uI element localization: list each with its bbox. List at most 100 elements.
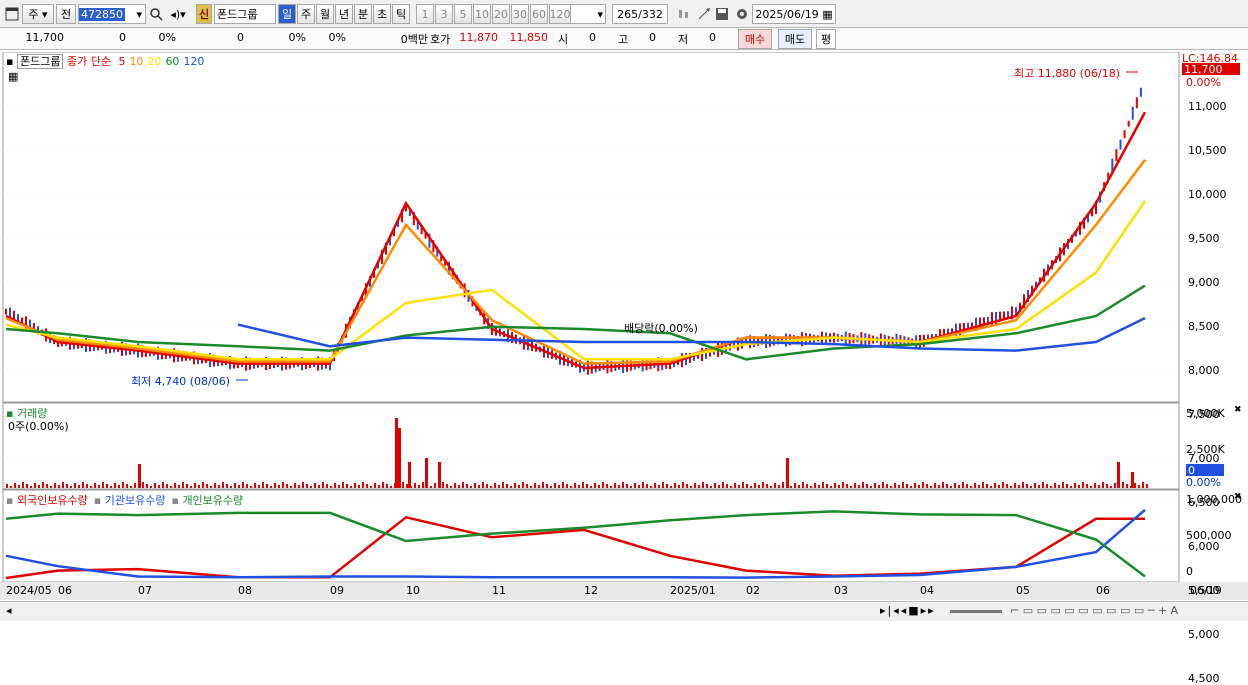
volume-bar (966, 484, 968, 488)
interval-button[interactable]: 60 (530, 4, 548, 24)
volume-bar (714, 483, 716, 488)
interval-button[interactable]: 1 (416, 4, 434, 24)
volume-bar (254, 483, 256, 488)
volume-bar (146, 484, 148, 488)
period-tab[interactable]: 주 (297, 4, 315, 24)
count-value: 265 (617, 7, 639, 21)
sell-button[interactable]: 매도 (778, 29, 812, 49)
volume-bar (1098, 485, 1100, 488)
volume-bar (186, 484, 188, 488)
interval-input[interactable]: ▾ (570, 4, 606, 24)
x-tick-label: 05 (1016, 584, 1030, 597)
volume-bar (618, 485, 620, 488)
ma-period-label: 20 (147, 55, 162, 68)
panel-grid-icon[interactable]: ▦ (8, 70, 18, 83)
interval-button[interactable]: 20 (492, 4, 510, 24)
current-price-tag: 11,700 (1182, 63, 1240, 76)
volume-bar (802, 482, 804, 488)
price-panel-name: 폰드그룹 (16, 54, 64, 69)
stock-code-combo[interactable]: 472850 ▾ (78, 4, 146, 24)
holding-legend-item: 개인보유수량 (182, 494, 244, 507)
volume-bar (482, 482, 484, 488)
gear-icon[interactable] (734, 6, 750, 22)
volume-bar (758, 485, 760, 488)
x-tick-label: 2024/05 (6, 584, 52, 597)
period-tab[interactable]: 년 (335, 4, 353, 24)
volume-bar (806, 484, 808, 488)
volume-spike-bar (138, 464, 141, 488)
save-icon[interactable] (714, 6, 730, 22)
volume-bar (890, 486, 892, 488)
volume-bar (838, 485, 840, 488)
volume-bar (1106, 484, 1108, 488)
volume-bar (898, 485, 900, 488)
volume-bar (534, 483, 536, 488)
volume-bar (150, 486, 152, 488)
period-tab[interactable]: 분 (354, 4, 372, 24)
interval-button[interactable]: 5 (454, 4, 472, 24)
volume-bar (650, 486, 652, 488)
hoga-label: 호가 (430, 33, 451, 46)
volume-bar (234, 483, 236, 488)
date-field[interactable]: 2025/06/19 ▦ (752, 4, 836, 24)
zoom-slider[interactable] (950, 610, 1002, 613)
volume-bar (1146, 484, 1148, 488)
volume-bar (834, 483, 836, 488)
count-field[interactable]: 265/332 (612, 4, 668, 24)
volume-bar (798, 485, 800, 488)
chart-scrollbar[interactable]: ◂ ▸|◂◂■▸▸ ⌐ ▭ ▭ ▭ ▭ ▭ ▭ ▭ ▭ ▭ ─ + A (0, 601, 1248, 621)
volume-y-tick: 5,000K (1186, 407, 1225, 420)
period-tab[interactable]: 월 (316, 4, 334, 24)
volume-bar (694, 483, 696, 488)
search-icon[interactable] (148, 6, 164, 22)
speaker-icon[interactable]: ◂)▾ (166, 6, 190, 22)
stock-code-input[interactable]: 472850 (79, 7, 125, 21)
prev-button[interactable]: 전 (56, 4, 76, 24)
interval-button[interactable]: 3 (435, 4, 453, 24)
volume-bar (1114, 483, 1116, 488)
chevron-down-icon[interactable]: ▾ (136, 8, 142, 21)
volume-bar (174, 483, 176, 488)
scroll-left-icon[interactable]: ◂ (6, 604, 12, 617)
volume-bar (114, 483, 116, 488)
close-panel-icon[interactable]: ✖ (1234, 405, 1242, 415)
volume-current: 0주(0.00%) (8, 420, 69, 433)
x-tick-label: 06 (58, 584, 72, 597)
volume-bar (1030, 486, 1032, 488)
period-tab[interactable]: 초 (373, 4, 391, 24)
chart-window-icon[interactable] (4, 6, 20, 22)
volume-bar (814, 483, 816, 488)
price-candle (1123, 130, 1126, 139)
interval-button[interactable]: 120 (549, 4, 571, 24)
volume-bar (370, 486, 372, 488)
interval-button[interactable]: 10 (473, 4, 491, 24)
volume-bar (550, 486, 552, 488)
volume-bar (50, 486, 52, 488)
volume-bar (498, 485, 500, 488)
draw-tool-icon[interactable] (696, 6, 712, 22)
volume-bar (914, 483, 916, 488)
period-tab[interactable]: 일 (278, 4, 296, 24)
volume-bar (290, 486, 292, 488)
chart-area[interactable]: ▪ 폰드그룹 종가 단순 5 10 20 60 120 ▦ LC:146.84 11,7… (0, 52, 1248, 685)
volume-bar (942, 482, 944, 488)
candle-type-icon[interactable] (676, 6, 692, 22)
playback-controls[interactable]: ▸|◂◂■▸▸ (880, 604, 936, 617)
view-tool-icons[interactable]: ⌐ ▭ ▭ ▭ ▭ ▭ ▭ ▭ ▭ ▭ ─ + A (1010, 604, 1178, 617)
volume-bar (54, 483, 56, 488)
stock-name-field: 폰드그룹 (214, 4, 276, 24)
volume-bar (58, 485, 60, 488)
calendar-icon[interactable]: ▦ (822, 8, 832, 21)
market-select[interactable]: 주 ▾ (22, 4, 54, 24)
buy-button[interactable]: 매수 (738, 29, 772, 49)
volume-bar (646, 484, 648, 488)
volume-spike-bar (395, 418, 398, 488)
volume-bar (322, 482, 324, 488)
avg-button[interactable]: 평 (816, 29, 836, 49)
y-tick-label: 9,500 (1188, 232, 1220, 245)
chevron-down-icon[interactable]: ▾ (597, 8, 603, 21)
close-panel-icon[interactable]: ✖ (1234, 492, 1242, 502)
interval-button[interactable]: 30 (511, 4, 529, 24)
volume-bar (986, 484, 988, 488)
period-tab[interactable]: 틱 (392, 4, 410, 24)
